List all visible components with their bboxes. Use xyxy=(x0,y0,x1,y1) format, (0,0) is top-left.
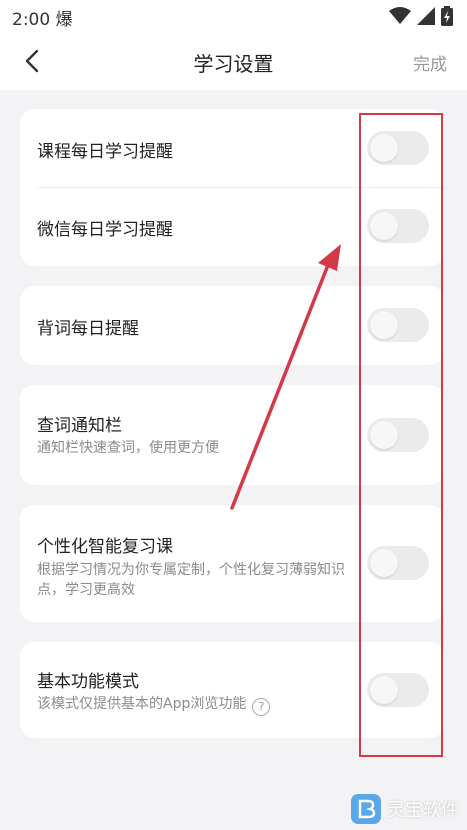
setting-row-basic-mode: 基本功能模式 该模式仅提供基本的App浏览功能? xyxy=(20,642,444,738)
status-bar: 2:00 爆 xyxy=(0,0,467,34)
setting-row-wechat-reminder: 微信每日学习提醒 xyxy=(20,188,444,266)
smart-review-toggle[interactable] xyxy=(367,546,429,580)
toggle-knob xyxy=(370,421,398,449)
signal-icon xyxy=(417,7,435,25)
settings-card-basic-mode: 基本功能模式 该模式仅提供基本的App浏览功能? xyxy=(20,642,444,738)
settings-card-reminders: 课程每日学习提醒 微信每日学习提醒 xyxy=(20,109,444,266)
watermark-logo-icon xyxy=(351,794,381,824)
settings-card-lookup-bar: 查词通知栏 通知栏快速查词，使用更方便 xyxy=(20,385,444,485)
setting-description: 根据学习情况为你专属定制，个性化复习薄弱知识点，学习更高效 xyxy=(37,562,345,598)
setting-description: 该模式仅提供基本的App浏览功能 xyxy=(37,696,247,712)
setting-row-course-reminder: 课程每日学习提醒 xyxy=(20,109,444,187)
setting-title: 背词每日提醒 xyxy=(37,319,139,339)
setting-title: 课程每日学习提醒 xyxy=(37,142,173,162)
setting-row-word-reminder: 背词每日提醒 xyxy=(20,286,444,365)
wechat-reminder-toggle[interactable] xyxy=(367,209,429,243)
battery-icon xyxy=(441,6,453,26)
course-reminder-toggle[interactable] xyxy=(367,131,429,165)
toggle-knob xyxy=(370,676,398,704)
page-title: 学习设置 xyxy=(193,52,274,76)
setting-title: 个性化智能复习课 xyxy=(37,537,173,557)
setting-row-smart-review: 个性化智能复习课 根据学习情况为你专属定制，个性化复习薄弱知识点，学习更高效 xyxy=(20,505,444,622)
lookup-bar-toggle[interactable] xyxy=(367,418,429,452)
setting-title: 查词通知栏 xyxy=(37,416,122,436)
watermark: 灵宝软件 xyxy=(351,794,459,824)
setting-description: 通知栏快速查词，使用更方便 xyxy=(37,440,219,456)
setting-description-line: 该模式仅提供基本的App浏览功能? xyxy=(37,694,357,716)
status-time: 2:00 爆 xyxy=(12,10,73,30)
toggle-knob xyxy=(370,212,398,240)
settings-card-word-reminder: 背词每日提醒 xyxy=(20,286,444,365)
toggle-knob xyxy=(370,549,398,577)
nav-bar: 学习设置 完成 xyxy=(0,34,467,90)
word-reminder-toggle[interactable] xyxy=(367,308,429,342)
setting-title: 微信每日学习提醒 xyxy=(37,220,173,240)
done-button[interactable]: 完成 xyxy=(413,50,447,75)
toggle-knob xyxy=(370,134,398,162)
toggle-knob xyxy=(370,311,398,339)
basic-mode-toggle[interactable] xyxy=(367,673,429,707)
watermark-text: 灵宝软件 xyxy=(387,800,459,821)
setting-row-lookup-bar: 查词通知栏 通知栏快速查词，使用更方便 xyxy=(20,385,444,485)
help-icon[interactable]: ? xyxy=(252,698,271,716)
settings-card-smart-review: 个性化智能复习课 根据学习情况为你专属定制，个性化复习薄弱知识点，学习更高效 xyxy=(20,505,444,622)
wifi-icon xyxy=(389,7,411,24)
setting-title: 基本功能模式 xyxy=(37,672,139,692)
status-icons xyxy=(389,6,453,26)
